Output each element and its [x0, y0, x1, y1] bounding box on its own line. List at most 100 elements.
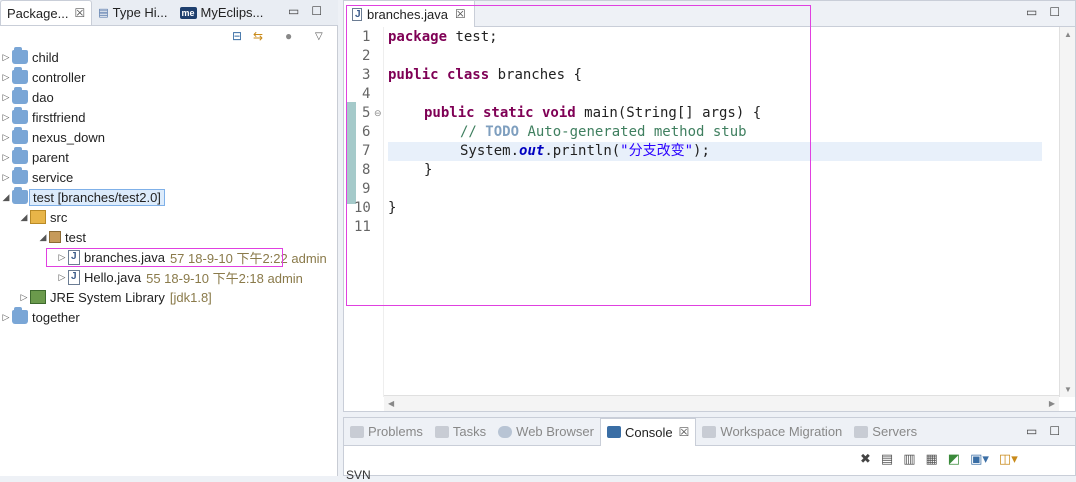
view-menu-icon[interactable]: ▽ — [315, 31, 323, 42]
expand-icon[interactable]: ▷ — [0, 112, 12, 123]
source-folder-icon — [30, 210, 46, 224]
jdk-decoration: [jdk1.8] — [169, 289, 212, 305]
minimize-button[interactable]: ▭ — [1026, 424, 1037, 438]
scroll-up-icon[interactable]: ▲ — [1064, 30, 1072, 39]
maximize-button[interactable]: ☐ — [311, 4, 322, 18]
tree-item[interactable]: ◢ src — [0, 207, 338, 227]
problems-icon — [350, 425, 364, 438]
clear-console-icon[interactable]: ✖ — [860, 451, 871, 467]
tab-label: Web Browser — [516, 424, 594, 439]
scroll-left-icon[interactable]: ◀ — [388, 399, 394, 408]
tasks-icon — [434, 425, 449, 438]
close-icon[interactable]: ☒ — [679, 425, 690, 439]
tree-item[interactable]: ▷ dao — [0, 87, 338, 107]
highlight-box — [346, 5, 811, 306]
tab-label: Workspace Migration — [720, 424, 843, 439]
tree-item[interactable]: ▷ parent — [0, 147, 338, 167]
collapse-all-icon[interactable]: ⊟ — [232, 29, 242, 43]
tab-label: Servers — [872, 424, 918, 439]
library-icon — [30, 290, 46, 304]
maximize-button[interactable]: ☐ — [1049, 424, 1060, 438]
collapse-icon[interactable]: ◢ — [18, 212, 30, 223]
tree-item[interactable]: ▷ service — [0, 167, 338, 187]
collapse-icon[interactable]: ◢ — [37, 232, 49, 243]
tab-myeclipse[interactable]: me MyEclips... — [174, 0, 270, 25]
tree-item-label: parent — [32, 149, 69, 165]
tree-item[interactable]: ◢ test — [0, 227, 338, 247]
tree-item[interactable]: ▷ controller — [0, 67, 338, 87]
tab-console[interactable]: Console ☒ — [599, 417, 697, 446]
tree-item-label: test [branches/test2.0] — [29, 188, 165, 206]
tree-item-label: test — [65, 229, 86, 245]
tree-item-label: dao — [32, 89, 54, 105]
tree-item[interactable]: ▷ firstfriend — [0, 107, 338, 127]
expand-icon[interactable]: ▷ — [0, 152, 12, 163]
tab-label: Tasks — [452, 424, 487, 439]
tab-servers[interactable]: Servers — [848, 418, 923, 446]
bottom-panel: Problems Tasks Web Browser Console ☒ Work… — [343, 417, 1076, 482]
collapse-icon[interactable]: ◢ — [0, 192, 12, 203]
horizontal-scrollbar[interactable]: ◀ ▶ — [384, 395, 1059, 411]
bottom-window-controls: ▭ ☐ — [1026, 424, 1060, 438]
console-output: SVN — [346, 468, 371, 482]
expand-icon[interactable]: ▷ — [0, 92, 12, 103]
tree-item-label: service — [32, 169, 74, 185]
tree-item-label: controller — [32, 69, 86, 85]
highlight-box — [46, 248, 283, 267]
expand-icon[interactable]: ▷ — [18, 292, 30, 303]
expand-icon[interactable]: ▷ — [0, 52, 12, 63]
project-icon — [12, 47, 28, 64]
tab-problems[interactable]: Problems — [344, 418, 429, 446]
hierarchy-icon: ▤ — [98, 7, 109, 19]
word-wrap-icon[interactable]: ▥ — [903, 451, 915, 467]
tab-web-browser[interactable]: Web Browser — [492, 418, 600, 446]
vertical-scrollbar[interactable]: ▲ ▼ — [1059, 27, 1075, 397]
link-with-editor-icon[interactable]: ⇆ — [253, 29, 263, 43]
tree-item-label: child — [32, 49, 59, 65]
editor-window-controls: ▭ ☐ — [1026, 5, 1060, 19]
expand-icon[interactable]: ▷ — [0, 312, 12, 323]
window-controls: ▭ ☐ — [288, 4, 322, 18]
expand-icon[interactable]: ▷ — [56, 272, 68, 283]
tree-item-label: JRE System Library — [50, 289, 165, 305]
tree-item[interactable]: ▷ together — [0, 307, 338, 327]
project-icon — [12, 87, 28, 104]
tree-item[interactable]: ▷ Hello.java55 18-9-10 下午2:18 admin — [0, 267, 338, 287]
code-editor: branches.java ☒ ▭ ☐ 1 2 3 4 5 ⊖ 6 7 8 9 … — [343, 0, 1076, 412]
expand-icon[interactable]: ▷ — [0, 132, 12, 143]
display-console-icon[interactable]: ◩ — [948, 451, 960, 467]
new-console-icon[interactable]: ◫▾ — [999, 451, 1018, 467]
tab-tasks[interactable]: Tasks — [429, 418, 492, 446]
project-icon — [12, 147, 28, 164]
tree-item[interactable]: ▷ child — [0, 47, 338, 67]
migration-icon — [702, 425, 717, 438]
tab-label: MyEclips... — [200, 5, 264, 20]
tab-label: Type Hi... — [112, 5, 168, 20]
open-console-icon[interactable]: ▣▾ — [970, 451, 989, 467]
scroll-down-icon[interactable]: ▼ — [1064, 385, 1072, 394]
tree-item-label: src — [50, 209, 68, 225]
scroll-right-icon[interactable]: ▶ — [1049, 399, 1055, 408]
tab-workspace-migration[interactable]: Workspace Migration — [696, 418, 848, 446]
tree-item-selected[interactable]: ◢ test [branches/test2.0] — [0, 187, 338, 207]
left-tab-bar: Package... ☒ ▤ Type Hi... me MyEclips...… — [0, 0, 338, 26]
java-file-icon — [68, 269, 80, 285]
expand-icon[interactable]: ▷ — [0, 72, 12, 83]
expand-icon[interactable]: ▷ — [0, 172, 12, 183]
tab-type-hierarchy[interactable]: ▤ Type Hi... — [92, 0, 173, 25]
close-icon[interactable]: ☒ — [74, 6, 85, 20]
tree-item-label: Hello.java — [84, 269, 142, 285]
filter-icon[interactable]: ● — [285, 29, 292, 43]
package-explorer-panel: Package... ☒ ▤ Type Hi... me MyEclips...… — [0, 0, 338, 476]
scroll-lock-icon[interactable]: ▤ — [881, 451, 893, 467]
project-icon — [12, 107, 28, 124]
tab-label: Console — [624, 424, 673, 440]
tree-item[interactable]: ▷ JRE System Library [jdk1.8] — [0, 287, 338, 307]
maximize-button[interactable]: ☐ — [1049, 5, 1060, 19]
pin-icon[interactable]: ▦ — [926, 451, 938, 467]
minimize-button[interactable]: ▭ — [1026, 5, 1037, 19]
tree-item[interactable]: ▷ nexus_down — [0, 127, 338, 147]
project-icon — [12, 307, 28, 324]
tab-package-explorer[interactable]: Package... ☒ — [0, 0, 93, 25]
minimize-button[interactable]: ▭ — [288, 4, 299, 18]
